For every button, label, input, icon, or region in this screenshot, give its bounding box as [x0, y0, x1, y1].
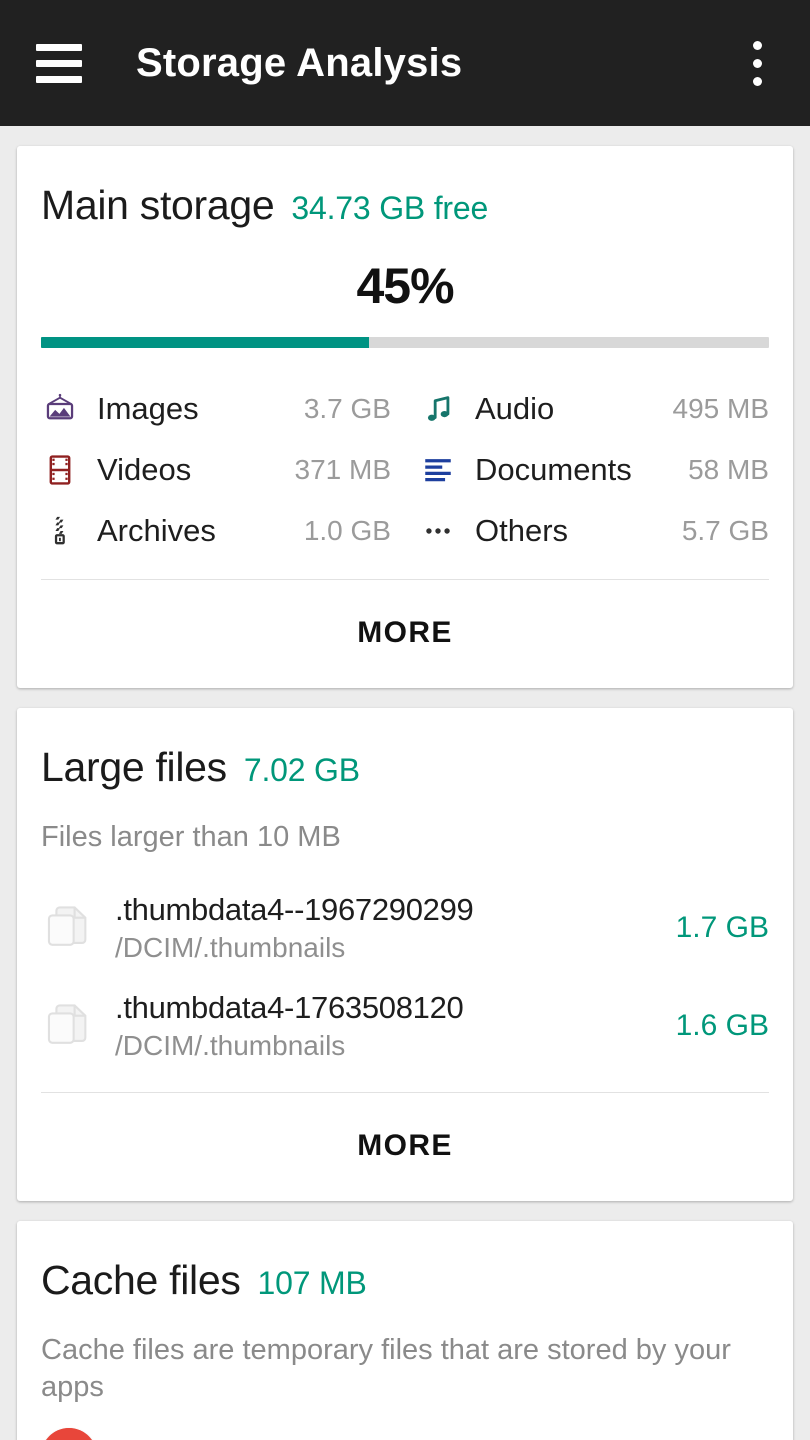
category-item-documents[interactable]: Documents 58 MB — [419, 439, 769, 500]
file-name: .thumbdata4--1967290299 — [115, 892, 474, 928]
hamburger-bar — [36, 59, 82, 67]
scroll-container[interactable]: Main storage 34.73 GB free 45% Images 3.… — [0, 126, 810, 1440]
category-label: Images — [97, 390, 199, 426]
category-label: Audio — [475, 390, 555, 426]
overflow-dot — [752, 40, 762, 50]
hamburger-menu-icon[interactable] — [36, 37, 88, 89]
category-label: Others — [475, 512, 569, 548]
main-storage-percent: 45% — [356, 258, 454, 314]
main-storage-more-button[interactable]: MORE — [41, 580, 769, 688]
category-label: Documents — [475, 451, 632, 487]
ellipsis-icon — [419, 512, 457, 550]
main-storage-header: Main storage 34.73 GB free — [41, 146, 769, 229]
storage-progress-bar — [41, 337, 769, 348]
film-icon — [41, 451, 79, 489]
category-size: 58 MB — [688, 453, 769, 485]
file-text-block: .thumbdata4--1967290299 /DCIM/.thumbnail… — [115, 892, 658, 964]
category-grid: Images 3.7 GB Audio 495 MB Videos 371 MB… — [41, 378, 769, 561]
category-label: Videos — [97, 451, 192, 487]
main-storage-card: Main storage 34.73 GB free 45% Images 3.… — [17, 146, 793, 688]
main-storage-title: Main storage — [41, 182, 275, 228]
zipper-icon — [41, 512, 79, 550]
category-label: Archives — [97, 512, 216, 548]
category-item-others[interactable]: Others 5.7 GB — [419, 500, 769, 561]
category-item-audio[interactable]: Audio 495 MB — [419, 378, 769, 439]
file-manager-plus-app-icon: F — [41, 1428, 97, 1440]
category-size: 1.0 GB — [303, 514, 391, 546]
large-files-header: Large files 7.02 GB — [41, 708, 769, 791]
hamburger-bar — [36, 75, 82, 83]
image-icon — [41, 390, 79, 428]
large-files-more-button[interactable]: MORE — [41, 1093, 769, 1201]
overflow-dot — [752, 76, 762, 86]
file-text-block: .thumbdata4-1763508120 /DCIM/.thumbnails — [115, 990, 658, 1062]
list-item[interactable]: .thumbdata4-1763508120 /DCIM/.thumbnails… — [41, 976, 769, 1074]
file-path: /DCIM/.thumbnails — [115, 932, 346, 964]
category-item-videos[interactable]: Videos 371 MB — [41, 439, 391, 500]
storage-progress-fill — [41, 337, 369, 348]
file-name: .thumbdata4-1763508120 — [115, 990, 464, 1026]
large-files-card: Large files 7.02 GB Files larger than 10… — [17, 708, 793, 1202]
more-vert-icon[interactable] — [744, 27, 770, 99]
hamburger-bar — [36, 43, 82, 51]
category-size: 495 MB — [672, 392, 770, 424]
category-item-archives[interactable]: Archives 1.0 GB — [41, 500, 391, 561]
app-bar: Storage Analysis — [0, 0, 810, 126]
category-size: 3.7 GB — [303, 392, 391, 424]
large-files-title: Large files — [41, 744, 227, 790]
cache-files-value: 107 MB — [257, 1265, 367, 1302]
cache-files-card: Cache files 107 MB Cache files are tempo… — [17, 1221, 793, 1440]
file-size: 1.6 GB — [675, 1009, 769, 1043]
overflow-dot — [752, 58, 762, 68]
large-files-list: .thumbdata4--1967290299 /DCIM/.thumbnail… — [41, 878, 769, 1074]
file-copy-icon — [41, 998, 97, 1054]
cache-files-subtitle: Cache files are temporary files that are… — [41, 1334, 731, 1404]
category-size: 371 MB — [294, 453, 392, 485]
list-item[interactable]: .thumbdata4--1967290299 /DCIM/.thumbnail… — [41, 878, 769, 976]
document-lines-icon — [419, 451, 457, 489]
cache-files-title: Cache files — [41, 1257, 241, 1304]
main-storage-free: 34.73 GB free — [291, 190, 489, 226]
file-path: /DCIM/.thumbnails — [115, 1030, 346, 1062]
category-item-images[interactable]: Images 3.7 GB — [41, 378, 391, 439]
large-files-subtitle: Files larger than 10 MB — [41, 821, 341, 853]
large-files-value: 7.02 GB — [243, 752, 360, 788]
category-size: 5.7 GB — [681, 514, 769, 546]
file-size: 1.7 GB — [675, 911, 769, 945]
file-copy-icon — [41, 900, 97, 956]
music-note-icon — [419, 390, 457, 428]
page-title: Storage Analysis — [136, 40, 463, 85]
cache-files-header: Cache files 107 MB — [41, 1221, 769, 1304]
list-item[interactable]: F File Manager + 50 MB — [41, 1406, 769, 1440]
